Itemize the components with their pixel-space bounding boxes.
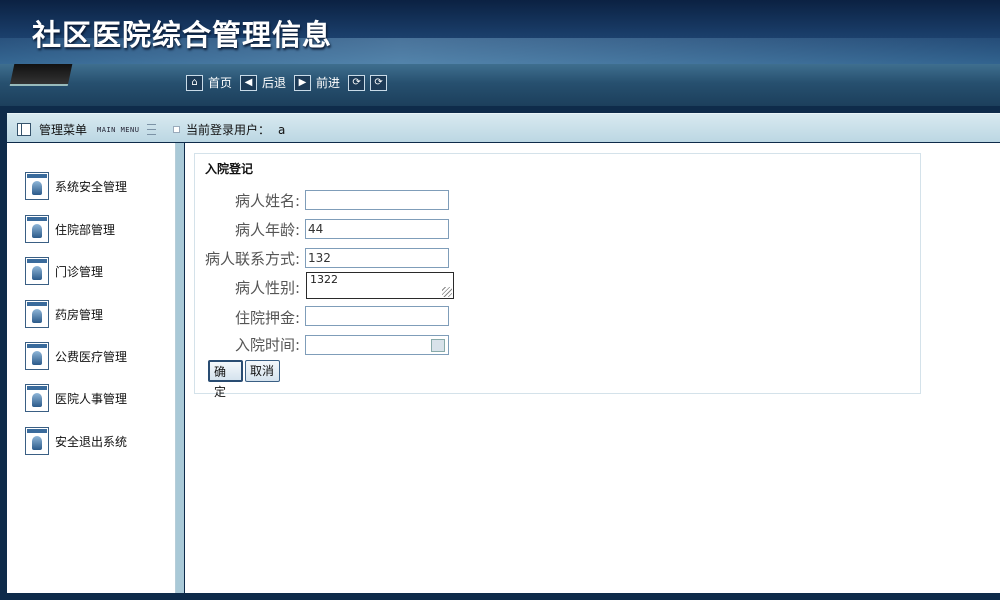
monitor-graphic <box>9 64 73 86</box>
app-title: 社区医院综合管理信息 <box>32 18 333 52</box>
sidebar-item-logout[interactable]: 安全退出系统 <box>25 427 127 455</box>
sidebar-item-public-medical[interactable]: 公费医疗管理 <box>25 342 127 370</box>
panel-icon <box>17 123 31 136</box>
sidebar-item-label: 门诊管理 <box>55 264 104 279</box>
home-label: 首页 <box>208 76 233 90</box>
menu-lines-icon[interactable] <box>147 124 157 135</box>
menu-bar: 管理菜单 MAIN MENU 当前登录用户： a <box>7 113 1000 142</box>
nav-bar: ⌂ 首页 ◀ 后退 ▶ 前进 ⟳ ⟳ <box>0 64 1000 106</box>
patient-name-input[interactable] <box>305 190 449 210</box>
login-status: 当前登录用户： a <box>173 121 285 138</box>
deposit-label: 住院押金: <box>234 309 300 327</box>
back-button[interactable]: ◀ 后退 <box>240 74 286 91</box>
admit-time-label: 入院时间: <box>234 336 300 354</box>
user-admin-icon <box>25 427 49 455</box>
sidebar-item-label: 药房管理 <box>55 307 104 322</box>
sidebar: 系统安全管理 住院部管理 门诊管理 药房管理 公费医疗管理 医院人事管理 安全退… <box>7 143 176 593</box>
sidebar-item-hr[interactable]: 医院人事管理 <box>25 384 127 412</box>
user-admin-icon <box>25 257 49 285</box>
sidebar-item-system-security[interactable]: 系统安全管理 <box>25 172 127 200</box>
patient-age-label: 病人年龄: <box>234 221 300 239</box>
patient-age-input[interactable]: 44 <box>305 219 449 239</box>
forward-arrow-icon: ▶ <box>294 74 312 91</box>
sidebar-item-outpatient[interactable]: 门诊管理 <box>25 257 103 285</box>
back-arrow-icon: ◀ <box>240 74 258 91</box>
gender-value: 1322 <box>310 273 338 286</box>
main-content: 入院登记 病人姓名: 病人年龄: 44 病人联系方式: 132 病人性别: 13… <box>185 143 1000 593</box>
patient-gender-textarea[interactable]: 1322 <box>306 272 454 299</box>
confirm-button[interactable]: 确定 <box>208 360 243 399</box>
menu-header: 管理菜单 MAIN MENU <box>17 121 157 138</box>
left-frame-edge <box>0 106 7 600</box>
patient-gender-label: 病人性别: <box>234 279 300 297</box>
patient-name-label: 病人姓名: <box>234 192 300 210</box>
current-user-name: a <box>278 122 286 137</box>
home-button[interactable]: ⌂ 首页 <box>186 74 232 91</box>
bottom-frame <box>0 593 1000 600</box>
sidebar-item-inpatient[interactable]: 住院部管理 <box>25 215 115 243</box>
forward-button[interactable]: ▶ 前进 <box>294 74 340 91</box>
sidebar-divider <box>176 143 184 593</box>
user-admin-icon <box>25 300 49 328</box>
sidebar-item-label: 安全退出系统 <box>55 434 128 449</box>
sidebar-item-label: 医院人事管理 <box>55 391 128 406</box>
patient-contact-label: 病人联系方式: <box>204 250 300 268</box>
back-label: 后退 <box>262 76 287 90</box>
sidebar-item-label: 公费医疗管理 <box>55 349 128 364</box>
deposit-input[interactable] <box>305 306 449 326</box>
app-header: 社区医院综合管理信息 <box>0 0 1000 64</box>
form-title: 入院登记 <box>205 162 254 176</box>
menu-title: 管理菜单 <box>39 123 88 137</box>
admit-time-input[interactable] <box>305 335 449 355</box>
nav-items: ⌂ 首页 ◀ 后退 ▶ 前进 ⟳ ⟳ <box>186 74 400 91</box>
resize-grip-icon[interactable] <box>442 287 452 297</box>
home-icon: ⌂ <box>186 74 203 91</box>
patient-contact-input[interactable]: 132 <box>305 248 449 268</box>
refresh-button[interactable]: ⟳ ⟳ <box>348 74 392 91</box>
admission-form-panel: 入院登记 病人姓名: 病人年龄: 44 病人联系方式: 132 病人性别: 13… <box>194 153 921 399</box>
sidebar-item-label: 系统安全管理 <box>55 179 128 194</box>
sidebar-item-pharmacy[interactable]: 药房管理 <box>25 300 103 328</box>
user-admin-icon <box>25 384 49 412</box>
user-admin-icon <box>25 342 49 370</box>
current-user-label: 当前登录用户： <box>186 123 271 137</box>
cancel-button[interactable]: 取消 <box>245 360 280 382</box>
menu-subtitle: MAIN MENU <box>97 125 140 134</box>
user-admin-icon <box>25 215 49 243</box>
calendar-icon[interactable] <box>431 339 445 352</box>
sidebar-item-label: 住院部管理 <box>55 222 116 237</box>
refresh-icon-2: ⟳ <box>370 74 388 91</box>
forward-label: 前进 <box>316 76 341 90</box>
bullet-icon <box>173 126 180 133</box>
refresh-icon: ⟳ <box>348 74 366 91</box>
user-admin-icon <box>25 172 49 200</box>
